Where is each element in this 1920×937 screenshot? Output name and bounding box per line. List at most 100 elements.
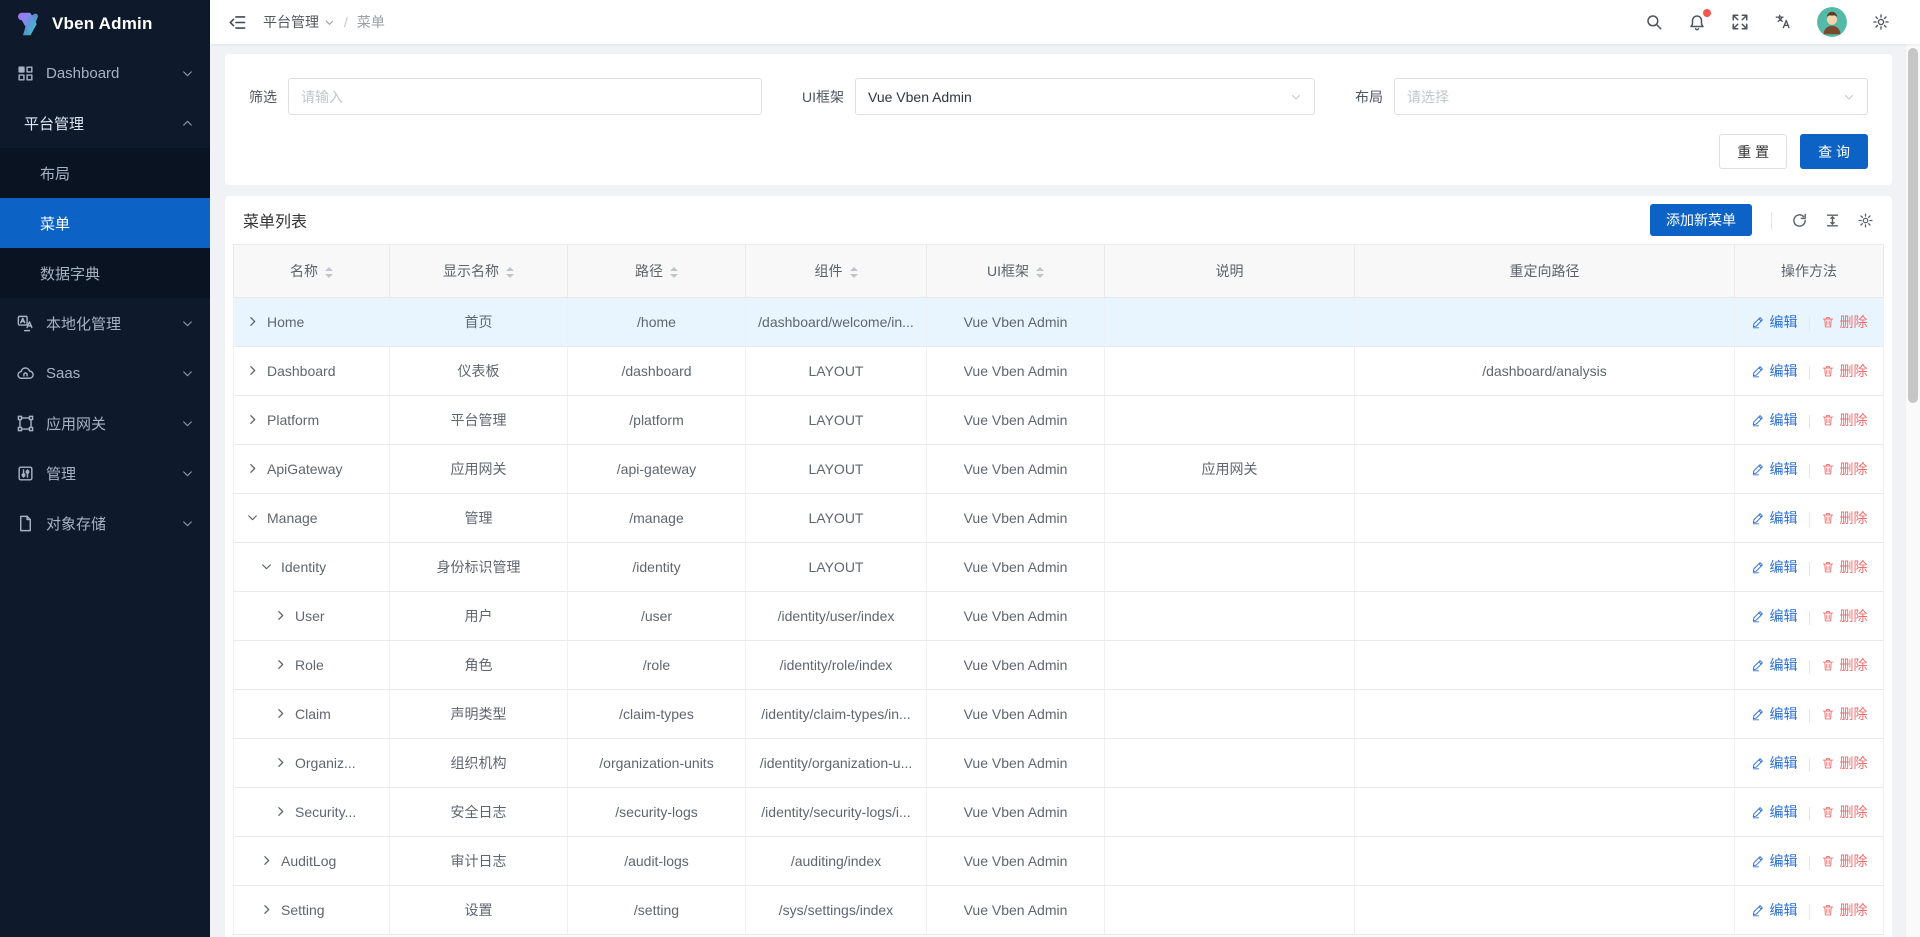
table-row[interactable]: Home 首页 /home /dashboard/welcome/in... V…: [234, 298, 1884, 347]
delete-button[interactable]: 删除: [1821, 851, 1868, 871]
table-row[interactable]: Setting 设置 /setting /sys/settings/index …: [234, 886, 1884, 935]
sort-carets-icon[interactable]: [670, 267, 678, 278]
layout-label: 布局: [1355, 87, 1383, 107]
edit-button[interactable]: 编辑: [1751, 704, 1798, 724]
breadcrumb-item-platform[interactable]: 平台管理: [263, 12, 335, 32]
delete-button[interactable]: 删除: [1821, 900, 1868, 920]
column-header-3[interactable]: 组件: [746, 245, 927, 298]
delete-button[interactable]: 删除: [1821, 655, 1868, 675]
table-settings-gear-icon[interactable]: [1857, 212, 1874, 229]
chevron-right-icon[interactable]: [260, 903, 273, 916]
column-header-4[interactable]: UI框架: [927, 245, 1105, 298]
column-header-0[interactable]: 名称: [234, 245, 390, 298]
chevron-down-icon[interactable]: [246, 511, 259, 524]
edit-button[interactable]: 编辑: [1751, 361, 1798, 381]
layout-placeholder: 请选择: [1407, 87, 1449, 107]
notification-bell-icon[interactable]: [1688, 13, 1706, 31]
translate-icon[interactable]: [1774, 13, 1792, 31]
chevron-right-icon[interactable]: [246, 462, 259, 475]
avatar[interactable]: [1817, 7, 1847, 37]
table-row[interactable]: Platform 平台管理 /platform LAYOUT Vue Vben …: [234, 396, 1884, 445]
edit-button[interactable]: 编辑: [1751, 459, 1798, 479]
chevron-right-icon[interactable]: [274, 658, 287, 671]
column-header-1[interactable]: 显示名称: [390, 245, 568, 298]
delete-button[interactable]: 删除: [1821, 557, 1868, 577]
sidebar-item-5[interactable]: 管理: [0, 448, 210, 498]
edit-button[interactable]: 编辑: [1751, 851, 1798, 871]
table-row[interactable]: Identity 身份标识管理 /identity LAYOUT Vue Vbe…: [234, 543, 1884, 592]
delete-button[interactable]: 删除: [1821, 410, 1868, 430]
edit-button[interactable]: 编辑: [1751, 312, 1798, 332]
chevron-right-icon[interactable]: [274, 707, 287, 720]
chevron-right-icon[interactable]: [246, 413, 259, 426]
table-row[interactable]: Manage 管理 /manage LAYOUT Vue Vben Admin …: [234, 494, 1884, 543]
sidebar-subitem-1-2[interactable]: 数据字典: [0, 248, 210, 298]
delete-button[interactable]: 删除: [1821, 361, 1868, 381]
chevron-right-icon[interactable]: [246, 315, 259, 328]
fullscreen-icon[interactable]: [1731, 13, 1749, 31]
delete-button[interactable]: 删除: [1821, 753, 1868, 773]
sort-carets-icon[interactable]: [850, 267, 858, 278]
refresh-icon[interactable]: [1791, 212, 1808, 229]
toolbar-divider: [1771, 212, 1772, 229]
chevron-down-icon[interactable]: [260, 560, 273, 573]
chevron-right-icon[interactable]: [246, 364, 259, 377]
sidebar-subitem-1-0[interactable]: 布局: [0, 148, 210, 198]
chevron-right-icon[interactable]: [274, 805, 287, 818]
edit-button[interactable]: 编辑: [1751, 606, 1798, 626]
sidebar-item-0[interactable]: Dashboard: [0, 48, 210, 98]
query-button[interactable]: 查 询: [1800, 134, 1868, 169]
sidebar-item-2[interactable]: 本地化管理: [0, 298, 210, 348]
search-icon[interactable]: [1645, 13, 1663, 31]
chevron-right-icon[interactable]: [274, 609, 287, 622]
cell-ui-framework: Vue Vben Admin: [927, 641, 1105, 690]
logo[interactable]: Vben Admin: [0, 0, 210, 48]
chevron-right-icon[interactable]: [274, 756, 287, 769]
cell-actions: 编辑 删除: [1735, 445, 1884, 494]
table-row[interactable]: Security... 安全日志 /security-logs /identit…: [234, 788, 1884, 837]
table-row[interactable]: Claim 声明类型 /claim-types /identity/claim-…: [234, 690, 1884, 739]
sort-carets-icon[interactable]: [1036, 267, 1044, 278]
sidebar-item-3[interactable]: Saas: [0, 348, 210, 398]
delete-button[interactable]: 删除: [1821, 508, 1868, 528]
reset-button[interactable]: 重 置: [1719, 134, 1787, 169]
edit-button[interactable]: 编辑: [1751, 410, 1798, 430]
delete-button[interactable]: 删除: [1821, 459, 1868, 479]
filter-keyword-input[interactable]: [288, 78, 762, 115]
sidebar-item-1[interactable]: 平台管理: [0, 98, 210, 148]
filter-actions: 重 置 查 询: [249, 134, 1868, 169]
delete-button[interactable]: 删除: [1821, 312, 1868, 332]
ui-framework-select[interactable]: Vue Vben Admin: [855, 78, 1315, 115]
layout-select[interactable]: 请选择: [1394, 78, 1868, 115]
column-header-2[interactable]: 路径: [568, 245, 746, 298]
scrollbar-thumb[interactable]: [1908, 48, 1918, 403]
cell-actions: 编辑 删除: [1735, 739, 1884, 788]
window-scrollbar[interactable]: [1905, 44, 1920, 937]
table-row[interactable]: Dashboard 仪表板 /dashboard LAYOUT Vue Vben…: [234, 347, 1884, 396]
table-row[interactable]: Organiz... 组织机构 /organization-units /ide…: [234, 739, 1884, 788]
edit-button[interactable]: 编辑: [1751, 557, 1798, 577]
sidebar-item-4[interactable]: 应用网关: [0, 398, 210, 448]
edit-button[interactable]: 编辑: [1751, 655, 1798, 675]
table-row[interactable]: User 用户 /user /identity/user/index Vue V…: [234, 592, 1884, 641]
edit-button[interactable]: 编辑: [1751, 802, 1798, 822]
edit-button[interactable]: 编辑: [1751, 753, 1798, 773]
edit-button[interactable]: 编辑: [1751, 508, 1798, 528]
row-height-icon[interactable]: [1824, 212, 1841, 229]
add-menu-button[interactable]: 添加新菜单: [1650, 204, 1752, 236]
table-row[interactable]: Role 角色 /role /identity/role/index Vue V…: [234, 641, 1884, 690]
sidebar-collapse-icon[interactable]: [228, 13, 247, 32]
cell-component: /identity/role/index: [746, 641, 927, 690]
delete-button[interactable]: 删除: [1821, 606, 1868, 626]
table-row[interactable]: AuditLog 审计日志 /audit-logs /auditing/inde…: [234, 837, 1884, 886]
edit-button[interactable]: 编辑: [1751, 900, 1798, 920]
settings-gear-icon[interactable]: [1872, 13, 1890, 31]
delete-button[interactable]: 删除: [1821, 802, 1868, 822]
sidebar-item-6[interactable]: 对象存储: [0, 498, 210, 548]
table-row[interactable]: ApiGateway 应用网关 /api-gateway LAYOUT Vue …: [234, 445, 1884, 494]
sort-carets-icon[interactable]: [325, 267, 333, 278]
sort-carets-icon[interactable]: [506, 267, 514, 278]
chevron-right-icon[interactable]: [260, 854, 273, 867]
delete-button[interactable]: 删除: [1821, 704, 1868, 724]
sidebar-subitem-1-1[interactable]: 菜单: [0, 198, 210, 248]
